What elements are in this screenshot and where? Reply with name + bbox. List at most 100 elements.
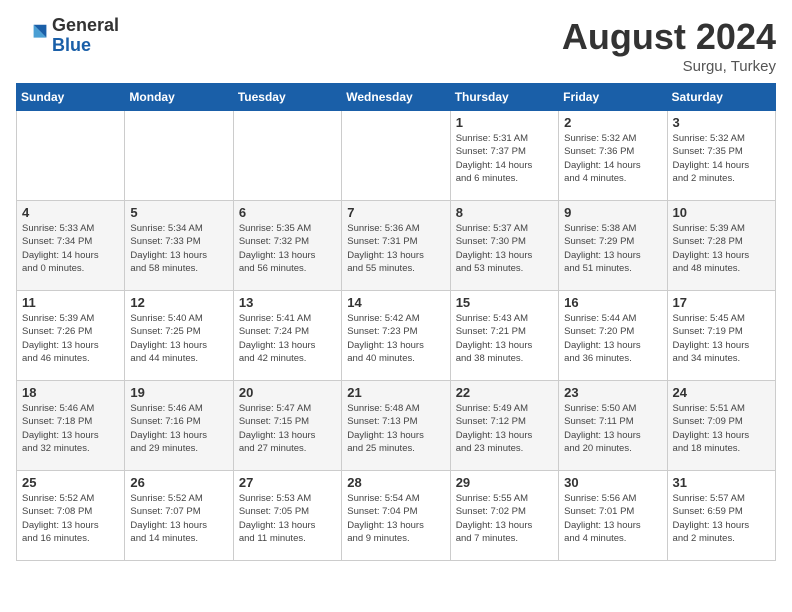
day-info: Sunrise: 5:32 AM Sunset: 7:36 PM Dayligh… [564, 132, 661, 185]
day-cell: 4 Sunrise: 5:33 AM Sunset: 7:34 PM Daylig… [17, 201, 125, 291]
day-info: Sunrise: 5:57 AM Sunset: 6:59 PM Dayligh… [673, 492, 770, 545]
day-cell [233, 111, 341, 201]
day-info: Sunrise: 5:46 AM Sunset: 7:16 PM Dayligh… [130, 402, 227, 455]
week-row-2: 11Sunrise: 5:39 AM Sunset: 7:26 PM Dayli… [17, 291, 776, 381]
day-number: 9 [564, 205, 661, 220]
day-info: Sunrise: 5:31 AM Sunset: 7:37 PM Dayligh… [456, 132, 553, 185]
day-number: 28 [347, 475, 444, 490]
day-info: Sunrise: 5:38 AM Sunset: 7:29 PM Dayligh… [564, 222, 661, 275]
day-info: Sunrise: 5:54 AM Sunset: 7:04 PM Dayligh… [347, 492, 444, 545]
day-cell: 21Sunrise: 5:48 AM Sunset: 7:13 PM Dayli… [342, 381, 450, 471]
day-cell: 16 Sunrise: 5:44 AM Sunset: 7:20 PM Dayli… [559, 291, 667, 381]
day-cell: 14Sunrise: 5:42 AM Sunset: 7:23 PM Dayli… [342, 291, 450, 381]
day-number: 25 [22, 475, 119, 490]
day-info: Sunrise: 5:56 AM Sunset: 7:01 PM Dayligh… [564, 492, 661, 545]
day-cell: 19 Sunrise: 5:46 AM Sunset: 7:16 PM Dayli… [125, 381, 233, 471]
day-number: 27 [239, 475, 336, 490]
day-cell: 18Sunrise: 5:46 AM Sunset: 7:18 PM Dayli… [17, 381, 125, 471]
logo-icon [16, 20, 48, 52]
day-cell: 3 Sunrise: 5:32 AM Sunset: 7:35 PM Daylig… [667, 111, 775, 201]
day-cell [342, 111, 450, 201]
day-info: Sunrise: 5:48 AM Sunset: 7:13 PM Dayligh… [347, 402, 444, 455]
header-row: SundayMondayTuesdayWednesdayThursdayFrid… [17, 84, 776, 111]
header-friday: Friday [559, 84, 667, 111]
day-number: 7 [347, 205, 444, 220]
day-number: 12 [130, 295, 227, 310]
location: Surgu, Turkey [562, 58, 776, 75]
day-info: Sunrise: 5:33 AM Sunset: 7:34 PM Dayligh… [22, 222, 119, 275]
day-number: 5 [130, 205, 227, 220]
day-info: Sunrise: 5:37 AM Sunset: 7:30 PM Dayligh… [456, 222, 553, 275]
day-number: 29 [456, 475, 553, 490]
day-info: Sunrise: 5:52 AM Sunset: 7:07 PM Dayligh… [130, 492, 227, 545]
day-cell [125, 111, 233, 201]
day-number: 22 [456, 385, 553, 400]
logo: General Blue [16, 16, 119, 56]
week-row-3: 18Sunrise: 5:46 AM Sunset: 7:18 PM Dayli… [17, 381, 776, 471]
day-info: Sunrise: 5:35 AM Sunset: 7:32 PM Dayligh… [239, 222, 336, 275]
week-row-1: 4 Sunrise: 5:33 AM Sunset: 7:34 PM Daylig… [17, 201, 776, 291]
day-cell: 5 Sunrise: 5:34 AM Sunset: 7:33 PM Daylig… [125, 201, 233, 291]
day-cell: 20 Sunrise: 5:47 AM Sunset: 7:15 PM Dayli… [233, 381, 341, 471]
day-number: 2 [564, 115, 661, 130]
day-info: Sunrise: 5:36 AM Sunset: 7:31 PM Dayligh… [347, 222, 444, 275]
day-info: Sunrise: 5:32 AM Sunset: 7:35 PM Dayligh… [673, 132, 770, 185]
day-info: Sunrise: 5:50 AM Sunset: 7:11 PM Dayligh… [564, 402, 661, 455]
day-info: Sunrise: 5:43 AM Sunset: 7:21 PM Dayligh… [456, 312, 553, 365]
day-number: 17 [673, 295, 770, 310]
day-cell: 12 Sunrise: 5:40 AM Sunset: 7:25 PM Dayli… [125, 291, 233, 381]
week-row-4: 25 Sunrise: 5:52 AM Sunset: 7:08 PM Dayli… [17, 471, 776, 561]
logo-general: General [52, 16, 119, 36]
day-cell: 22Sunrise: 5:49 AM Sunset: 7:12 PM Dayli… [450, 381, 558, 471]
day-number: 26 [130, 475, 227, 490]
day-number: 30 [564, 475, 661, 490]
day-cell: 6 Sunrise: 5:35 AM Sunset: 7:32 PM Daylig… [233, 201, 341, 291]
day-cell: 2 Sunrise: 5:32 AM Sunset: 7:36 PM Daylig… [559, 111, 667, 201]
day-info: Sunrise: 5:55 AM Sunset: 7:02 PM Dayligh… [456, 492, 553, 545]
title-block: August 2024 Surgu, Turkey [562, 16, 776, 75]
day-number: 15 [456, 295, 553, 310]
day-cell: 26 Sunrise: 5:52 AM Sunset: 7:07 PM Dayli… [125, 471, 233, 561]
day-number: 3 [673, 115, 770, 130]
header-tuesday: Tuesday [233, 84, 341, 111]
day-info: Sunrise: 5:40 AM Sunset: 7:25 PM Dayligh… [130, 312, 227, 365]
day-number: 6 [239, 205, 336, 220]
day-cell: 7 Sunrise: 5:36 AM Sunset: 7:31 PM Daylig… [342, 201, 450, 291]
day-cell: 29 Sunrise: 5:55 AM Sunset: 7:02 PM Dayli… [450, 471, 558, 561]
header-thursday: Thursday [450, 84, 558, 111]
day-cell: 15 Sunrise: 5:43 AM Sunset: 7:21 PM Dayli… [450, 291, 558, 381]
day-info: Sunrise: 5:41 AM Sunset: 7:24 PM Dayligh… [239, 312, 336, 365]
logo-blue: Blue [52, 36, 119, 56]
month-year: August 2024 [562, 16, 776, 58]
header-saturday: Saturday [667, 84, 775, 111]
day-info: Sunrise: 5:47 AM Sunset: 7:15 PM Dayligh… [239, 402, 336, 455]
day-cell: 28 Sunrise: 5:54 AM Sunset: 7:04 PM Dayli… [342, 471, 450, 561]
week-row-0: 1 Sunrise: 5:31 AM Sunset: 7:37 PM Daylig… [17, 111, 776, 201]
day-cell: 11Sunrise: 5:39 AM Sunset: 7:26 PM Dayli… [17, 291, 125, 381]
day-number: 23 [564, 385, 661, 400]
day-number: 4 [22, 205, 119, 220]
header-sunday: Sunday [17, 84, 125, 111]
day-number: 1 [456, 115, 553, 130]
day-cell: 23 Sunrise: 5:50 AM Sunset: 7:11 PM Dayli… [559, 381, 667, 471]
day-number: 31 [673, 475, 770, 490]
day-info: Sunrise: 5:45 AM Sunset: 7:19 PM Dayligh… [673, 312, 770, 365]
day-info: Sunrise: 5:52 AM Sunset: 7:08 PM Dayligh… [22, 492, 119, 545]
day-number: 20 [239, 385, 336, 400]
header-wednesday: Wednesday [342, 84, 450, 111]
day-cell: 13Sunrise: 5:41 AM Sunset: 7:24 PM Dayli… [233, 291, 341, 381]
day-info: Sunrise: 5:34 AM Sunset: 7:33 PM Dayligh… [130, 222, 227, 275]
day-cell: 1 Sunrise: 5:31 AM Sunset: 7:37 PM Daylig… [450, 111, 558, 201]
day-number: 24 [673, 385, 770, 400]
logo-text: General Blue [52, 16, 119, 56]
day-cell: 25 Sunrise: 5:52 AM Sunset: 7:08 PM Dayli… [17, 471, 125, 561]
day-number: 8 [456, 205, 553, 220]
day-info: Sunrise: 5:42 AM Sunset: 7:23 PM Dayligh… [347, 312, 444, 365]
day-info: Sunrise: 5:44 AM Sunset: 7:20 PM Dayligh… [564, 312, 661, 365]
day-info: Sunrise: 5:39 AM Sunset: 7:28 PM Dayligh… [673, 222, 770, 275]
day-number: 16 [564, 295, 661, 310]
day-info: Sunrise: 5:46 AM Sunset: 7:18 PM Dayligh… [22, 402, 119, 455]
day-cell: 31 Sunrise: 5:57 AM Sunset: 6:59 PM Dayli… [667, 471, 775, 561]
day-info: Sunrise: 5:51 AM Sunset: 7:09 PM Dayligh… [673, 402, 770, 455]
day-number: 19 [130, 385, 227, 400]
